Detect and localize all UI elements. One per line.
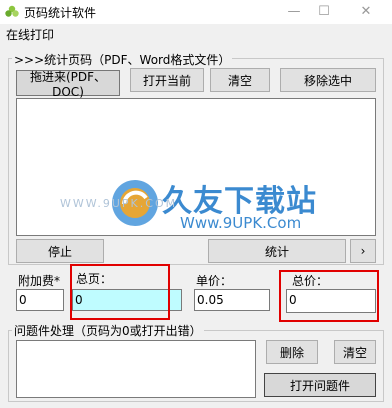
minimize-button[interactable]: — [280,0,308,24]
open-problem-button[interactable]: 打开问题件 [264,373,376,397]
watermark-url: Www.9UPK.Com [180,214,302,232]
drop-label-button[interactable]: 拖进来(PDF、DOC) [16,70,120,99]
problem-group-legend: 问题件处理（页码为0或打开出错） [12,322,204,339]
clear-list-button[interactable]: 清空 [210,68,270,92]
surcharge-field[interactable]: 0 [16,289,64,311]
stop-button[interactable]: 停止 [16,239,104,263]
remove-selected-button[interactable]: 移除选中 [280,68,376,92]
surcharge-label: 附加费* [18,274,61,288]
count-button[interactable]: 统计 [208,239,346,263]
clear-problem-button[interactable]: 清空 [334,340,376,364]
unit-price-field[interactable]: 0.05 [194,289,270,311]
app-icon [5,5,19,17]
window-title: 页码统计软件 [24,6,97,20]
open-current-button[interactable]: 打开当前 [130,68,204,92]
maximize-button[interactable]: ☐ [310,0,338,24]
watermark-left-text: WWW.9UPK.COM [60,197,178,210]
annotation-box-total-pages [70,264,170,320]
unit-price-label: 单价： [196,274,233,288]
menu-bar [0,24,392,44]
close-button[interactable]: ✕ [352,0,380,24]
menu-online-print[interactable]: 在线打印 [6,26,54,43]
problem-list[interactable] [16,340,256,398]
next-button[interactable]: › [350,239,376,263]
count-group-legend: >>>统计页码（PDF、Word格式文件） [12,51,233,68]
annotation-box-total-price [279,270,379,322]
delete-button[interactable]: 删除 [266,340,318,364]
